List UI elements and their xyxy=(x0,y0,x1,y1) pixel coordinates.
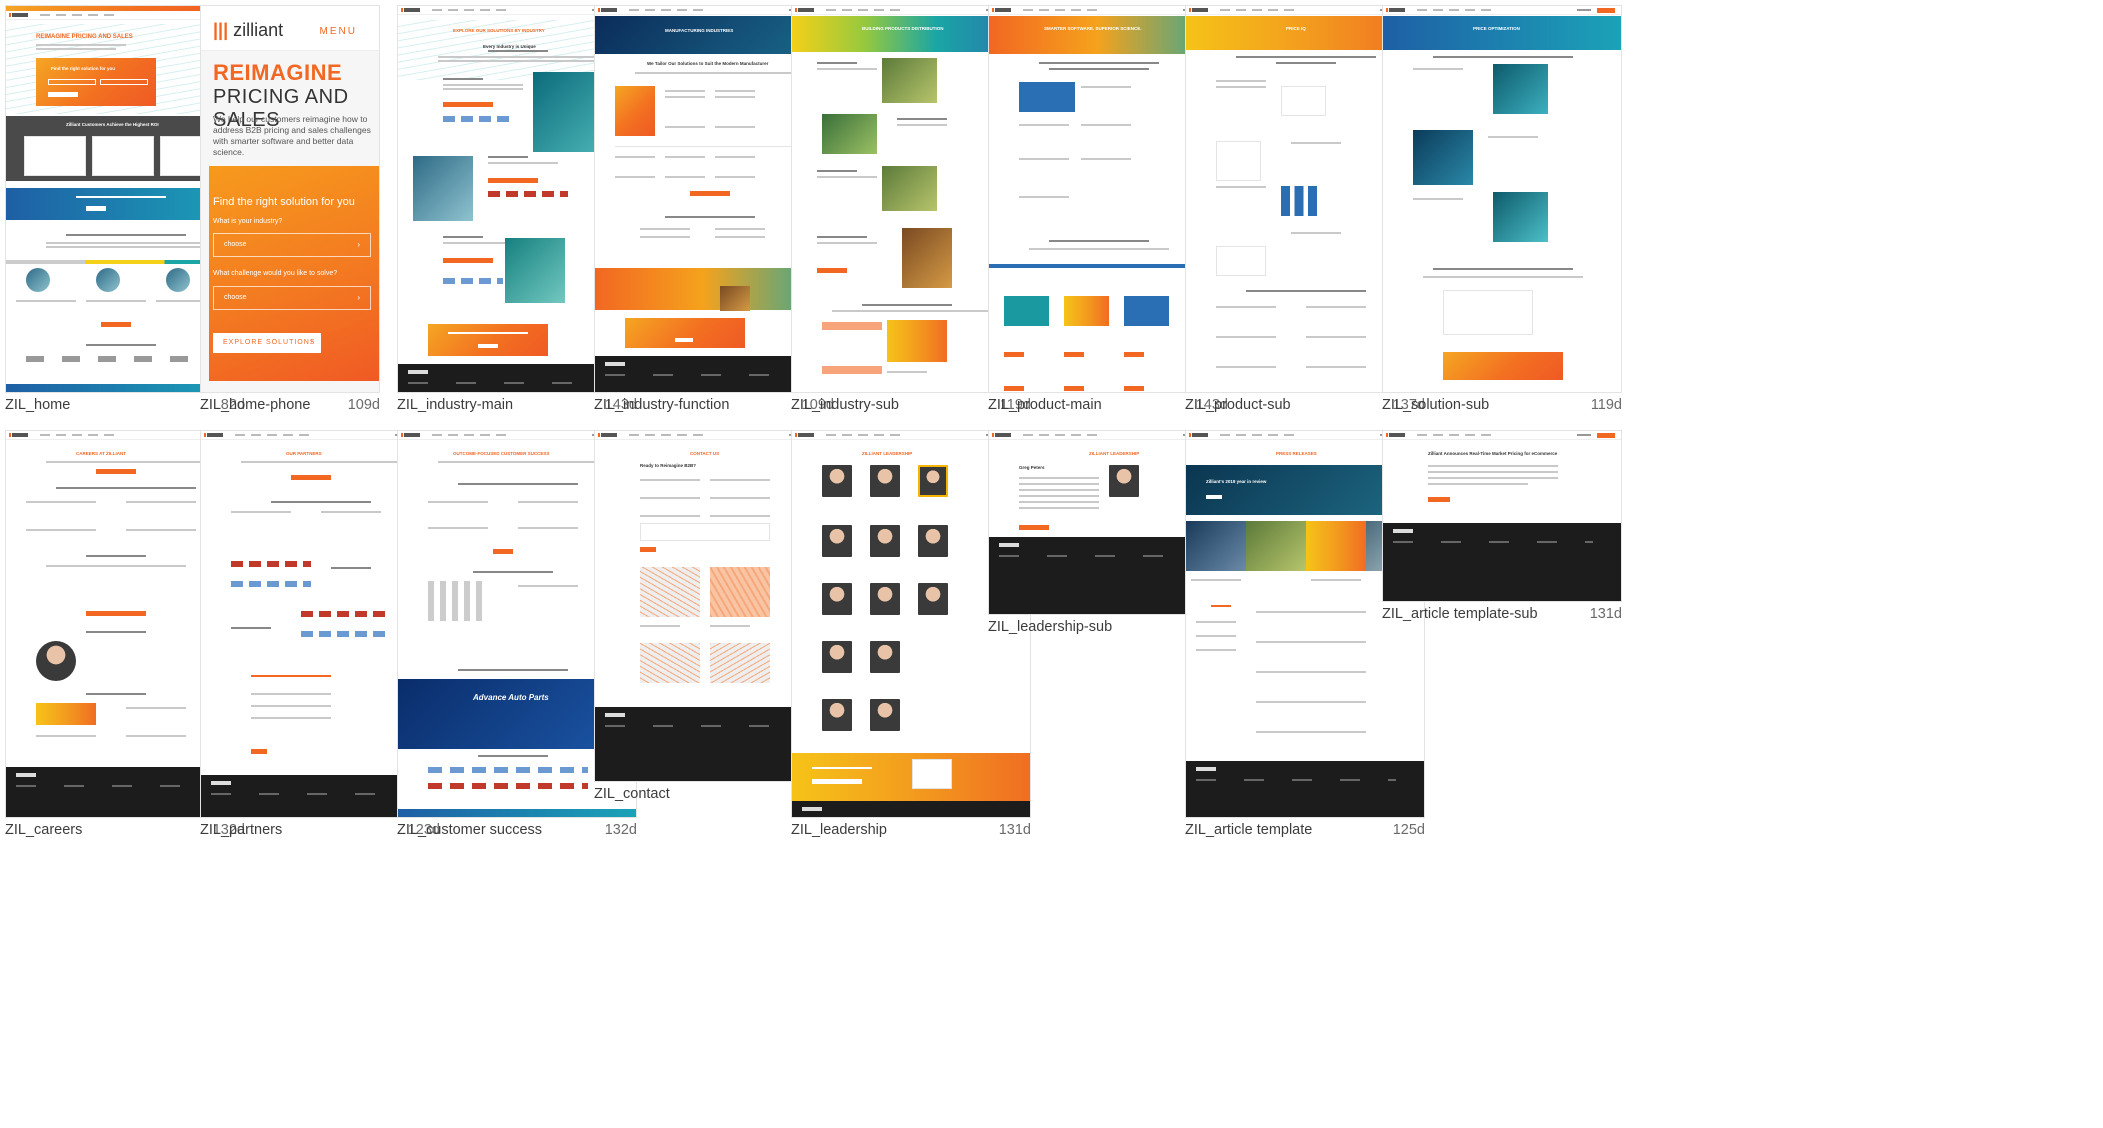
industry-select: choose › xyxy=(213,233,371,257)
finder-title: Find the right solution for you xyxy=(213,196,355,208)
thumbnail-name: ZIL_home-phone xyxy=(200,397,311,413)
thumbnail-name: ZIL_leadership-sub xyxy=(988,619,1113,635)
explore-solutions-button: EXPLORE SOLUTIONS › xyxy=(213,333,321,353)
thumbnail-age: 131d xyxy=(998,822,1031,838)
thumbnail-name: ZIL_customer success xyxy=(397,822,543,838)
thumbnail-name: ZIL_home xyxy=(5,397,71,413)
thumbnail-preview: Zilliant Announces Real-Time Market Pric… xyxy=(1382,430,1622,602)
thumbnail-name: ZIL_partners xyxy=(200,822,283,838)
thumbnail-age: 132d xyxy=(604,822,637,838)
thumbnail-caption: ZIL_article template 125d xyxy=(1185,822,1425,842)
thumbnail-preview: ||| zilliant MENU REIMAGINE PRICING AND … xyxy=(200,5,380,393)
thumbnail-age: 119d xyxy=(1590,397,1622,413)
thumbnail-grid: REIMAGINE PRICING AND SALES Find the rig… xyxy=(0,0,2103,1128)
thumbnail-preview: PRICE OPTIMIZATION xyxy=(1382,5,1622,393)
thumbnail-name: ZIL_product-main xyxy=(988,397,1102,413)
zilliant-logo: ||| zilliant xyxy=(213,20,284,40)
challenge-question: What challenge would you like to solve? xyxy=(213,270,338,277)
thumbnail-name: ZIL_industry-main xyxy=(397,397,514,413)
challenge-select: choose › xyxy=(213,286,371,310)
thumbnail-caption: ZIL_customer success 132d xyxy=(397,822,637,842)
thumbnail-name: ZIL_industry-function xyxy=(594,397,730,413)
thumbnail-age: 131d xyxy=(1589,606,1622,622)
thumbnail-name: ZIL_leadership xyxy=(791,822,887,838)
thumbnail-age: 125d xyxy=(1392,822,1425,838)
thumbnail-name: ZIL_article template xyxy=(1185,822,1313,838)
hero-title-accent: REIMAGINE xyxy=(213,60,343,85)
thumbnail-name: ZIL_careers xyxy=(5,822,83,838)
thumbnail-age: 109d xyxy=(347,397,380,413)
thumbnail-name: ZIL_solution-sub xyxy=(1382,397,1490,413)
thumbnail-name: ZIL_product-sub xyxy=(1185,397,1291,413)
thumbnail-caption: ZIL_home-phone 109d xyxy=(200,397,380,417)
thumbnail-caption: ZIL_solution-sub 119d xyxy=(1382,397,1622,417)
hero-body: We help our customers reimagine how to a… xyxy=(213,114,371,157)
industry-question: What is your industry? xyxy=(213,218,283,225)
thumbnail-caption: ZIL_leadership 131d xyxy=(791,822,1031,842)
thumbnail-name: ZIL_industry-sub xyxy=(791,397,899,413)
menu-label: MENU xyxy=(319,26,357,37)
thumbnail-name: ZIL_contact xyxy=(594,786,670,802)
thumbnail-name: ZIL_article template-sub xyxy=(1382,606,1538,622)
thumbnail-caption: ZIL_article template-sub 131d xyxy=(1382,606,1622,626)
